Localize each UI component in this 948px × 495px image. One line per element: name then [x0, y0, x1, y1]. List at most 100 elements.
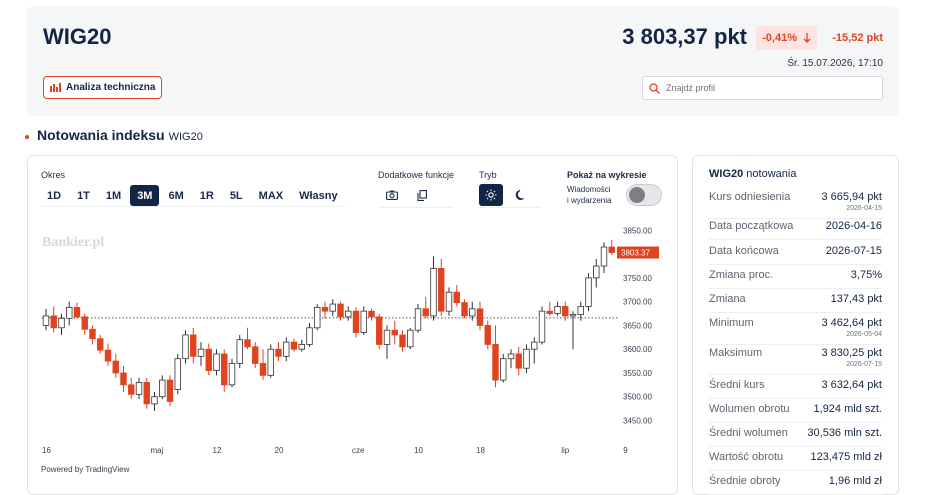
candle-body — [159, 379, 166, 398]
stat-value: 3 830,25 pkt — [821, 347, 882, 359]
candle-body — [391, 329, 398, 336]
stat-value: 30,536 mln szt. — [807, 427, 882, 439]
candle-body — [73, 306, 81, 318]
index-title: WIG20 — [43, 24, 112, 49]
candle-body — [608, 246, 615, 253]
stat-row: Minimum 3 462,64 pkt 2026-05-04 — [709, 317, 882, 345]
candle-body — [135, 382, 143, 395]
candle-body — [414, 308, 422, 331]
stat-row: Wolumen obrotu 1,924 mld szt. — [709, 403, 882, 423]
candle-body — [50, 315, 57, 329]
period-button-max[interactable]: MAX — [252, 185, 290, 206]
period-button-6m[interactable]: 6M — [161, 185, 190, 206]
arrow-down-icon — [803, 33, 811, 43]
candle-body — [306, 327, 313, 345]
candle-body — [461, 302, 468, 317]
candle-body — [337, 303, 344, 318]
bullet-dot-icon — [25, 135, 29, 139]
technical-analysis-label: Analiza techniczna — [66, 82, 156, 93]
period-button-własny[interactable]: Własny — [292, 185, 345, 206]
stat-label: Minimum — [709, 317, 754, 329]
candle-body — [120, 372, 127, 386]
y-tick-label: 3450.00 — [623, 416, 652, 425]
candlestick-chart[interactable]: Bankier.pl 3850.003800.003750.003700.003… — [28, 224, 678, 474]
moon-icon — [515, 189, 524, 200]
mode-label: Tryb — [479, 170, 497, 180]
stat-label: Kurs odniesienia — [709, 191, 791, 203]
stat-value: 123,475 mld zł — [810, 451, 882, 463]
candle-body — [228, 363, 236, 386]
period-button-1m[interactable]: 1M — [99, 185, 128, 206]
period-button-1t[interactable]: 1T — [70, 185, 97, 206]
period-selector: 1D 1T 1M 3M 6M 1R 5L MAX Własny — [40, 185, 345, 207]
technical-analysis-button[interactable]: Analiza techniczna — [43, 76, 163, 99]
x-tick-label: 10 — [414, 446, 423, 455]
stat-value: 1,96 mld zł — [828, 475, 882, 487]
candle-body — [562, 306, 569, 317]
change-percent: -0,41% — [762, 32, 797, 44]
candle-body — [197, 348, 205, 357]
screenshot-button[interactable] — [380, 184, 404, 206]
stat-value: 137,43 pkt — [830, 293, 882, 305]
index-header: WIG20 3 803,37 pkt -0,41% -15,52 pkt Śr.… — [27, 6, 899, 116]
chart-watermark: Bankier.pl — [42, 235, 104, 250]
stat-value: 3,75% — [850, 269, 882, 281]
light-mode-button[interactable] — [479, 184, 503, 206]
news-label-line1: Wiadomości — [567, 185, 611, 194]
powered-by: Powered by TradingView — [41, 465, 130, 474]
stat-label: Średni wolumen — [709, 427, 788, 439]
candle-body — [538, 310, 546, 343]
camera-icon — [386, 190, 398, 200]
period-label: Okres — [41, 170, 66, 180]
candle-body — [469, 308, 476, 317]
candle-body — [593, 265, 600, 279]
y-tick-label: 3600.00 — [623, 345, 652, 354]
candle-body — [283, 341, 290, 357]
candle-body — [476, 308, 484, 326]
profile-search[interactable] — [642, 76, 883, 100]
candle-body — [298, 344, 305, 350]
candle-body — [453, 291, 460, 304]
search-input[interactable] — [666, 83, 866, 93]
dark-mode-button[interactable] — [509, 184, 533, 206]
candle-body — [546, 310, 553, 314]
x-tick-label: 20 — [275, 446, 284, 455]
period-button-1r[interactable]: 1R — [193, 185, 221, 206]
candle-body — [81, 316, 88, 330]
stat-row: Średni kurs 3 632,64 pkt — [709, 379, 882, 399]
candle-body — [221, 353, 228, 386]
x-tick-label: 16 — [42, 446, 51, 455]
period-button-3m[interactable]: 3M — [130, 185, 160, 206]
y-tick-label: 3850.00 — [623, 226, 652, 235]
stats-head-bold: WIG20 — [709, 168, 744, 180]
candle-body — [507, 353, 515, 360]
stat-row: Średni wolumen 30,536 mln szt. — [709, 427, 882, 447]
candle-body — [236, 339, 243, 364]
candle-body — [290, 341, 298, 350]
period-button-5l[interactable]: 5L — [223, 185, 250, 206]
copy-button[interactable] — [410, 184, 434, 206]
candle-body — [58, 317, 65, 329]
candle-body — [577, 306, 584, 315]
candle-body — [399, 334, 406, 348]
x-tick-label: 9 — [623, 446, 628, 455]
mode-selector — [479, 184, 541, 208]
sun-icon — [485, 189, 497, 201]
y-tick-label: 3550.00 — [623, 369, 652, 378]
candle-body — [523, 348, 530, 369]
period-button-1d[interactable]: 1D — [40, 185, 68, 206]
candle-body — [500, 358, 507, 381]
candle-body — [252, 346, 259, 364]
candle-body — [422, 308, 429, 317]
stat-row: Zmiana 137,43 pkt — [709, 293, 882, 313]
copy-icon — [417, 189, 427, 201]
stat-value: 1,924 mld szt. — [813, 403, 882, 415]
last-price-label: 3803.37 — [621, 249, 650, 258]
candle-body — [383, 329, 391, 345]
stat-row: Średnie obroty 1,96 mld zł — [709, 475, 882, 495]
news-toggle[interactable] — [626, 184, 662, 206]
candle-body — [143, 382, 150, 405]
section-title-main: Notowania indeksu — [37, 127, 165, 143]
candle-body — [89, 328, 96, 340]
x-tick-label: cze — [352, 446, 365, 455]
